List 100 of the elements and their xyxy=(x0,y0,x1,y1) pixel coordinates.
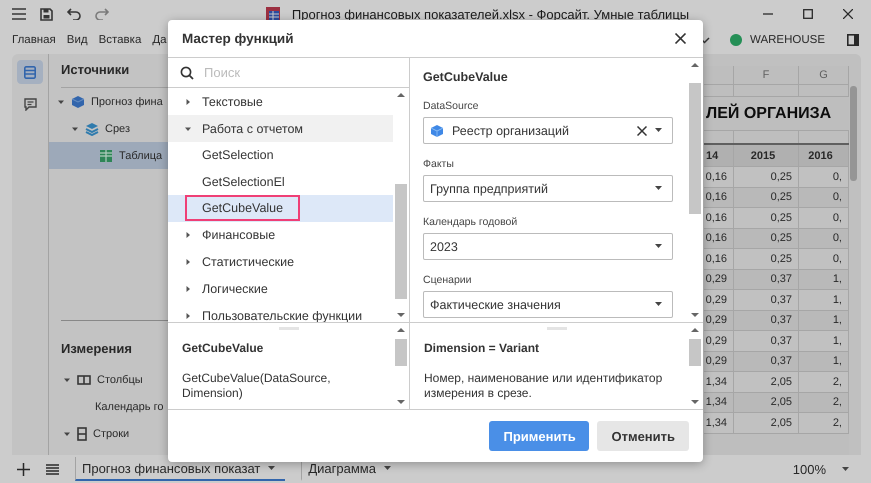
scroll-up-icon[interactable] xyxy=(691,327,699,333)
function-name: GetCubeValue xyxy=(423,70,509,84)
cube-icon xyxy=(430,124,444,138)
dropdown[interactable]: 2023 xyxy=(423,233,673,260)
field-label: Факты xyxy=(423,158,455,170)
tree-item[interactable]: Таблица xyxy=(119,150,162,162)
caret-down-icon[interactable] xyxy=(63,376,71,384)
window-title: Прогноз финансовых показателей.xlsx - Форсайт. Умные таблицы xyxy=(292,6,690,22)
function-item[interactable]: GetSelectionEl xyxy=(185,168,302,195)
help-title: Dimension = Variant xyxy=(424,341,540,355)
menu-item[interactable]: Да xyxy=(152,34,167,46)
table-cell: 0,16 xyxy=(704,167,734,186)
field-label: Календарь годовой xyxy=(423,216,518,228)
caret-right-icon[interactable] xyxy=(184,231,192,239)
maximize-icon[interactable] xyxy=(803,9,813,19)
scroll-up-icon[interactable] xyxy=(397,327,405,333)
table-cell: 2, xyxy=(799,372,849,392)
scroll-thumb[interactable] xyxy=(689,82,701,214)
table-cell: 1,34 xyxy=(704,372,734,392)
menu-item[interactable]: Главная xyxy=(12,34,56,46)
caret-right-icon[interactable] xyxy=(184,98,192,106)
table-cell: 2,05 xyxy=(734,413,799,432)
caret-down-icon xyxy=(655,244,662,249)
caret-down-icon[interactable] xyxy=(71,124,79,132)
scroll-up-icon[interactable] xyxy=(691,62,699,68)
table-cell: 2015 xyxy=(734,145,799,166)
table-cell: 2, xyxy=(799,392,849,412)
menu-icon[interactable] xyxy=(46,464,59,474)
caret-down-icon[interactable] xyxy=(842,466,849,472)
search-icon xyxy=(180,66,194,80)
field-label: DataSource xyxy=(423,100,480,112)
tree-item[interactable]: Прогноз фина xyxy=(91,96,163,108)
table-cell: 1, xyxy=(799,310,849,330)
redo-icon[interactable] xyxy=(95,8,109,20)
table-cell: 1,34 xyxy=(704,413,734,432)
table-cell: 0,37 xyxy=(734,352,799,371)
caret-down-icon[interactable] xyxy=(268,466,276,471)
function-category[interactable]: Логические xyxy=(202,282,268,296)
menu-item[interactable]: Вставка xyxy=(98,34,142,46)
cancel-button[interactable]: Отменить xyxy=(597,421,689,451)
close-icon[interactable] xyxy=(675,33,686,44)
caret-down-icon[interactable] xyxy=(184,124,192,132)
table-cell: 0, xyxy=(799,167,849,186)
table-cell: 2,05 xyxy=(734,372,799,392)
status-dot xyxy=(730,34,742,46)
clear-icon[interactable] xyxy=(637,126,647,136)
panel-title: Источники xyxy=(60,61,130,79)
function-item[interactable]: GetSelection xyxy=(185,142,291,168)
tree-item[interactable]: Календарь го xyxy=(95,400,164,412)
panel-icon[interactable] xyxy=(847,34,859,46)
table-cell: 0,16 xyxy=(704,249,734,268)
menu-icon[interactable] xyxy=(12,8,26,20)
add-icon[interactable] xyxy=(17,462,30,476)
scroll-down-icon[interactable] xyxy=(691,312,699,318)
function-category[interactable]: Финансовые xyxy=(202,228,276,242)
table-cell: 0,29 xyxy=(704,352,734,371)
table-icon xyxy=(99,148,113,162)
caret-down-icon[interactable] xyxy=(63,430,71,438)
table-cell: 1,34 xyxy=(704,392,734,412)
function-category[interactable]: Статистические xyxy=(202,255,294,269)
table-cell: 2, xyxy=(799,413,849,432)
close-icon[interactable] xyxy=(843,9,853,19)
scroll-up-icon[interactable] xyxy=(397,92,405,98)
dropdown[interactable]: Группа предприятий xyxy=(423,175,673,202)
table-cell: 0,16 xyxy=(704,208,734,228)
function-category[interactable]: Текстовые xyxy=(202,94,263,108)
caret-right-icon[interactable] xyxy=(184,312,192,320)
scroll-thumb[interactable] xyxy=(689,339,701,366)
table-cell: 0,29 xyxy=(704,310,734,330)
scroll-down-icon[interactable] xyxy=(397,399,405,405)
scroll-down-icon[interactable] xyxy=(397,312,405,318)
table-cell: 0, xyxy=(799,208,849,228)
table-cell: 0,25 xyxy=(734,249,799,268)
dropdown[interactable]: Фактические значения xyxy=(423,291,673,318)
caret-down-icon[interactable] xyxy=(57,98,65,106)
save-icon[interactable] xyxy=(40,8,53,20)
caret-right-icon[interactable] xyxy=(184,285,192,293)
scroll-thumb[interactable] xyxy=(395,339,407,366)
tree-item[interactable]: Столбцы xyxy=(97,374,143,386)
tree-item[interactable]: Строки xyxy=(93,428,130,440)
menu-item[interactable]: Вид xyxy=(66,34,88,46)
caret-down-icon xyxy=(655,302,662,307)
scroll-thumb[interactable] xyxy=(395,184,407,299)
zoom-level[interactable]: 100% xyxy=(792,462,826,476)
table-cell: 0,37 xyxy=(734,290,799,310)
connection-name: WAREHOUSE xyxy=(750,34,825,46)
table-cell: 0,25 xyxy=(734,167,799,186)
function-item[interactable]: GetCubeValue xyxy=(185,195,300,222)
tree-item[interactable]: Срез xyxy=(105,122,130,134)
layers-icon xyxy=(85,122,99,136)
scroll-down-icon[interactable] xyxy=(691,399,699,405)
table-cell: 1, xyxy=(799,331,849,350)
caret-down-icon[interactable] xyxy=(384,466,391,471)
rows-icon xyxy=(77,426,87,440)
undo-icon[interactable] xyxy=(67,8,81,20)
dropdown[interactable]: Реестр организаций xyxy=(423,117,673,144)
table-cell: 0,16 xyxy=(704,228,734,248)
list-icon[interactable] xyxy=(17,60,43,84)
caret-right-icon[interactable] xyxy=(184,258,192,266)
table-cell: 2016 xyxy=(799,145,849,166)
